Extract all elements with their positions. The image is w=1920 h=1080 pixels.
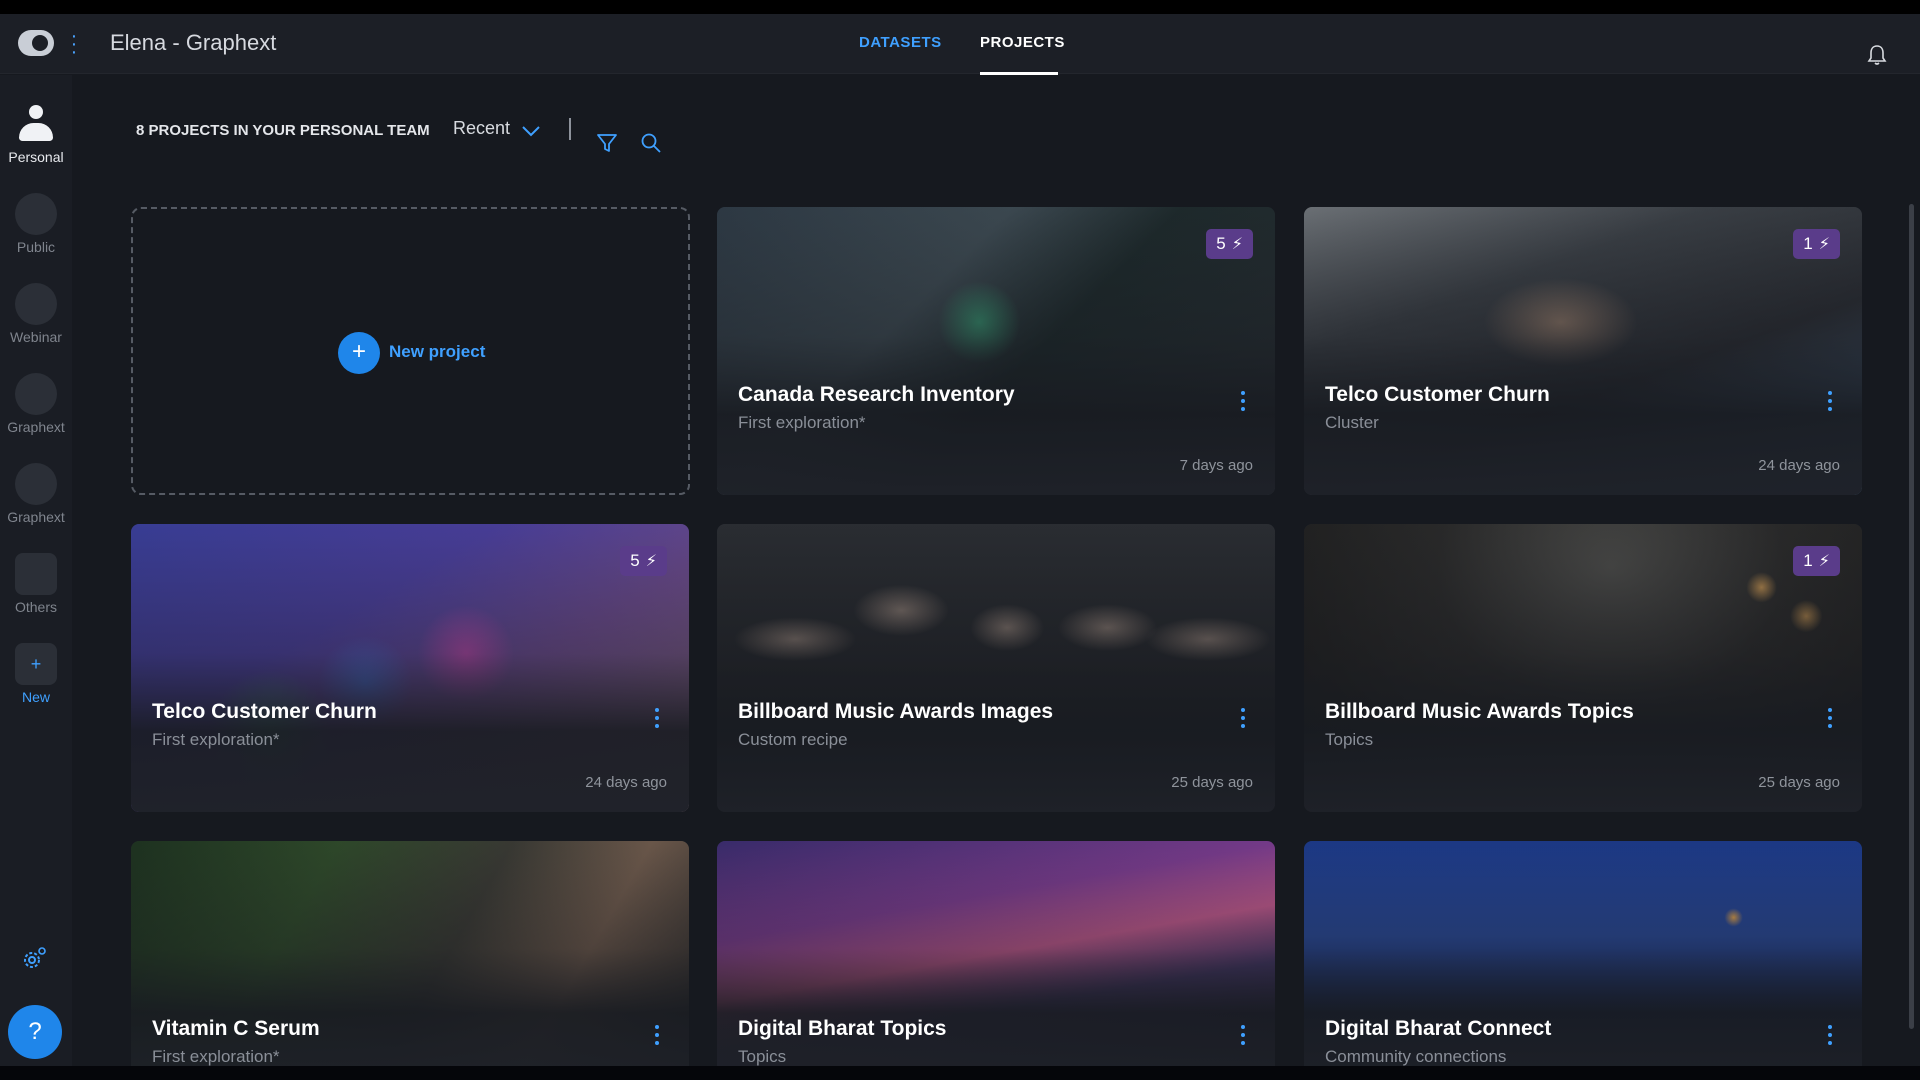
new-project-label[interactable]: New project — [389, 342, 485, 362]
project-subtitle: Community connections — [1325, 1047, 1507, 1066]
project-menu-icon[interactable] — [1239, 708, 1247, 730]
project-card[interactable]: 1 ⚡ Telco Customer Churn Cluster 24 days … — [1304, 207, 1862, 495]
project-menu-icon[interactable] — [1826, 1025, 1834, 1047]
project-menu-icon[interactable] — [1239, 391, 1247, 413]
project-card[interactable]: Digital Bharat Connect Community connect… — [1304, 841, 1862, 1080]
sidebar-item-public[interactable]: Public — [0, 193, 72, 255]
sidebar-item-label: Others — [14, 599, 57, 615]
sidebar-item-graphext-2[interactable]: Graphext — [0, 463, 72, 525]
sidebar-item-label: Graphext — [7, 419, 65, 435]
recipes-badge[interactable]: 5 ⚡ — [620, 546, 667, 576]
graphext-logo-icon[interactable] — [18, 30, 54, 56]
project-subtitle: First exploration* — [152, 730, 280, 749]
app-window: · · · Elena - Graphext DATASETS PROJECTS P… — [0, 14, 1920, 1080]
sidebar-item-label: New — [21, 689, 50, 705]
team-avatar-icon — [15, 373, 57, 415]
sidebar-item-webinar[interactable]: Webinar — [0, 283, 72, 345]
search-icon[interactable] — [640, 132, 662, 154]
globe-icon — [15, 193, 57, 235]
app-menu-icon[interactable]: · · · — [68, 26, 80, 62]
project-menu-icon[interactable] — [653, 708, 661, 730]
new-project-plus-icon[interactable]: + — [338, 332, 380, 374]
grid-icon — [15, 553, 57, 595]
project-date: 24 days ago — [585, 774, 667, 791]
project-card[interactable]: 5 ⚡ Telco Customer Churn First exploratio… — [131, 524, 689, 812]
notifications-bell-icon[interactable] — [1866, 44, 1888, 66]
projects-count-label: 8 PROJECTS IN YOUR PERSONAL TEAM — [136, 122, 430, 139]
magic-wand-icon: ⚡ — [1818, 553, 1830, 570]
sidebar-item-label: Graphext — [7, 509, 65, 525]
project-title: Digital Bharat Topics — [738, 1017, 947, 1040]
project-subtitle: Topics — [738, 1047, 787, 1066]
project-card[interactable]: Vitamin C Serum First exploration* — [131, 841, 689, 1080]
sidebar-item-label: Personal — [8, 149, 64, 165]
toolbar-divider — [569, 118, 571, 140]
settings-gear-icon[interactable] — [20, 945, 48, 973]
project-date: 25 days ago — [1758, 774, 1840, 791]
tab-datasets[interactable]: DATASETS — [859, 34, 942, 51]
recipes-badge[interactable]: 1 ⚡ — [1793, 546, 1840, 576]
magic-wand-icon: ⚡ — [1818, 236, 1830, 253]
recipes-badge[interactable]: 5 ⚡ — [1206, 229, 1253, 259]
project-subtitle: First exploration* — [152, 1047, 280, 1066]
project-date: 7 days ago — [1179, 457, 1253, 474]
project-menu-icon[interactable] — [1826, 708, 1834, 730]
project-title: Digital Bharat Connect — [1325, 1017, 1552, 1040]
project-subtitle: Cluster — [1325, 413, 1379, 432]
recipes-badge[interactable]: 1 ⚡ — [1793, 229, 1840, 259]
person-icon — [15, 103, 57, 145]
project-subtitle: First exploration* — [738, 413, 866, 432]
plus-icon: + — [15, 643, 57, 685]
active-tab-indicator — [980, 72, 1058, 75]
sort-dropdown[interactable]: Recent — [453, 118, 510, 139]
sidebar-item-label: Webinar — [10, 329, 62, 345]
project-title: Canada Research Inventory — [738, 383, 1015, 406]
sidebar-item-label: Public — [16, 239, 56, 255]
project-date: 24 days ago — [1758, 457, 1840, 474]
scrollbar[interactable] — [1909, 204, 1914, 1029]
project-card[interactable]: 1 ⚡ Billboard Music Awards Topics Topics … — [1304, 524, 1862, 812]
filter-icon[interactable] — [596, 132, 618, 154]
sidebar-item-graphext-1[interactable]: Graphext — [0, 373, 72, 435]
project-card[interactable]: Billboard Music Awards Images Custom rec… — [717, 524, 1275, 812]
project-menu-icon[interactable] — [1239, 1025, 1247, 1047]
project-subtitle: Custom recipe — [738, 730, 848, 749]
help-button[interactable]: ? — [8, 1005, 62, 1059]
sidebar-item-others[interactable]: Others — [0, 553, 72, 615]
magic-wand-icon: ⚡ — [645, 553, 657, 570]
new-project-card[interactable]: + New project — [131, 207, 690, 495]
chevron-down-icon[interactable] — [521, 124, 541, 138]
project-title: Telco Customer Churn — [152, 700, 377, 723]
sidebar-item-personal[interactable]: Personal — [0, 103, 72, 165]
project-subtitle: Topics — [1325, 730, 1374, 749]
magic-wand-icon: ⚡ — [1231, 236, 1243, 253]
project-date: 25 days ago — [1171, 774, 1253, 791]
workspace-title: Elena - Graphext — [110, 30, 277, 55]
project-title: Telco Customer Churn — [1325, 383, 1550, 406]
tab-projects[interactable]: PROJECTS — [980, 34, 1065, 51]
project-menu-icon[interactable] — [1826, 391, 1834, 413]
team-avatar-icon — [15, 463, 57, 505]
project-title: Billboard Music Awards Images — [738, 700, 1054, 723]
project-title: Vitamin C Serum — [152, 1017, 320, 1040]
project-card[interactable]: 5 ⚡ Canada Research Inventory First explo… — [717, 207, 1275, 495]
project-card[interactable]: Digital Bharat Topics Topics — [717, 841, 1275, 1080]
bottom-strip — [0, 1066, 1920, 1080]
project-title: Billboard Music Awards Topics — [1325, 700, 1634, 723]
team-avatar-icon — [15, 283, 57, 325]
team-sidebar: Personal Public Webinar Graphext Graphex… — [0, 75, 72, 1066]
top-bar: · · · Elena - Graphext DATASETS PROJECTS — [0, 14, 1920, 75]
project-menu-icon[interactable] — [653, 1025, 661, 1047]
sidebar-item-new[interactable]: + New — [0, 643, 72, 705]
